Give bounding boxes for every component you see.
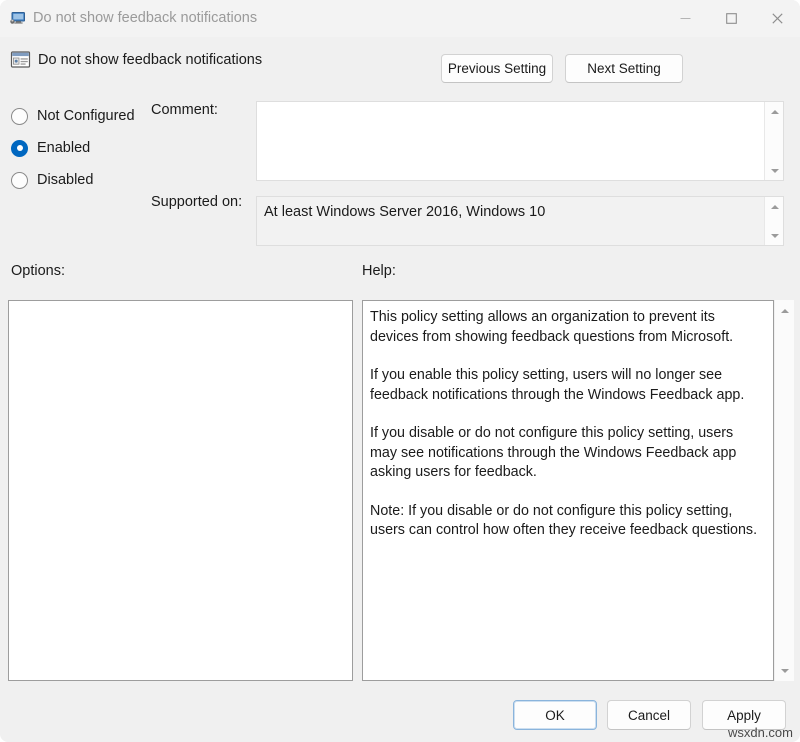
radio-enabled-label: Enabled xyxy=(37,139,90,157)
ok-button[interactable]: OK xyxy=(513,700,597,730)
comment-label: Comment: xyxy=(151,102,218,118)
comment-input[interactable] xyxy=(257,102,765,180)
help-paragraph: If you disable or do not configure this … xyxy=(370,424,763,483)
help-scroll-up-icon[interactable] xyxy=(775,302,794,319)
supported-on-scrollbar[interactable] xyxy=(764,197,783,245)
window-title: Do not show feedback notifications xyxy=(33,9,257,27)
comment-scroll-up-icon[interactable] xyxy=(765,103,784,120)
comment-scroll-down-icon[interactable] xyxy=(765,162,784,179)
comment-box xyxy=(256,101,784,181)
radio-not-configured-mark[interactable] xyxy=(11,108,28,125)
help-panel: This policy setting allows an organizati… xyxy=(362,300,774,681)
supported-on-box: At least Windows Server 2016, Windows 10 xyxy=(256,196,784,246)
window-controls xyxy=(662,0,800,37)
help-paragraph: Note: If you disable or do not configure… xyxy=(370,502,763,541)
help-label: Help: xyxy=(362,263,396,279)
options-panel[interactable] xyxy=(8,300,353,681)
radio-not-configured-label: Not Configured xyxy=(37,107,135,125)
close-button[interactable] xyxy=(754,0,800,37)
computer-monitor-icon xyxy=(9,9,27,27)
watermark: wsxdn.com xyxy=(728,725,793,740)
help-paragraph: This policy setting allows an organizati… xyxy=(370,308,763,347)
supported-on-value: At least Windows Server 2016, Windows 10 xyxy=(264,203,764,222)
options-label: Options: xyxy=(11,263,65,279)
radio-disabled-mark[interactable] xyxy=(11,172,28,189)
supported-scroll-down-icon[interactable] xyxy=(765,227,784,244)
radio-disabled[interactable]: Disabled xyxy=(11,170,93,190)
policy-name-heading: Do not show feedback notifications xyxy=(38,51,262,70)
radio-disabled-label: Disabled xyxy=(37,171,93,189)
group-policy-setting-dialog: Do not show feedback notifications xyxy=(0,0,800,742)
close-icon xyxy=(772,13,783,24)
radio-not-configured[interactable]: Not Configured xyxy=(11,106,135,126)
supported-on-label: Supported on: xyxy=(151,194,242,210)
help-scrollbar[interactable] xyxy=(775,300,794,681)
policy-setting-icon xyxy=(10,50,31,70)
next-setting-button[interactable]: Next Setting xyxy=(565,54,683,83)
minimize-button[interactable] xyxy=(662,0,708,37)
minimize-icon xyxy=(680,13,691,24)
help-scroll-down-icon[interactable] xyxy=(775,662,794,679)
previous-setting-button[interactable]: Previous Setting xyxy=(441,54,553,83)
maximize-icon xyxy=(726,13,737,24)
supported-scroll-up-icon[interactable] xyxy=(765,198,784,215)
help-paragraph: If you enable this policy setting, users… xyxy=(370,366,763,405)
maximize-button[interactable] xyxy=(708,0,754,37)
title-bar: Do not show feedback notifications xyxy=(0,0,800,37)
radio-enabled[interactable]: Enabled xyxy=(11,138,90,158)
radio-enabled-mark[interactable] xyxy=(11,140,28,157)
comment-scrollbar[interactable] xyxy=(764,102,783,180)
cancel-button[interactable]: Cancel xyxy=(607,700,691,730)
